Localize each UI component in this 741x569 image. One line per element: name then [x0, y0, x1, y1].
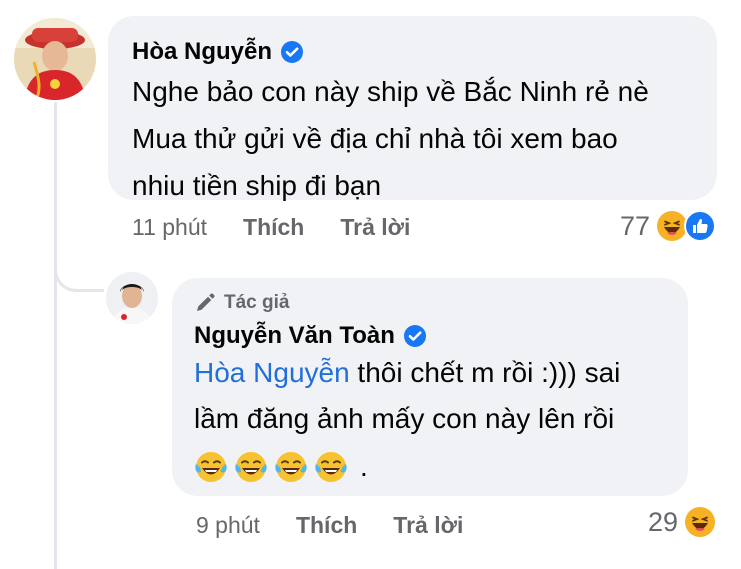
mention-link[interactable]: Hòa Nguyễn: [194, 357, 350, 388]
haha-icon: [684, 506, 716, 538]
thread-line: [54, 102, 57, 569]
thread-connector: [54, 250, 104, 292]
avatar[interactable]: [14, 18, 96, 100]
reply-actions: 9 phút Thích Trả lời: [196, 512, 463, 539]
comment-text: Nghe bảo con này ship về Bắc Ninh rẻ nè …: [132, 68, 712, 209]
author-badge: Tác giả: [194, 292, 688, 314]
avatar[interactable]: [106, 272, 158, 324]
reply-button[interactable]: Trả lời: [340, 214, 410, 241]
like-icon: [684, 210, 717, 242]
comment-text-line: Mua thử gửi về địa chỉ nhà tôi xem bao: [132, 123, 618, 154]
reaction-count: 77: [620, 210, 651, 241]
reply-author-name[interactable]: Nguyễn Văn Toàn: [194, 322, 395, 350]
reaction-summary[interactable]: 77: [620, 210, 717, 242]
verified-badge-icon: [280, 40, 304, 64]
reply-text-segment: thôi chết m rồi :))) sai: [349, 357, 621, 388]
emoji-row: .: [194, 444, 688, 490]
like-button[interactable]: Thích: [243, 214, 304, 241]
verified-badge-icon: [403, 324, 427, 348]
comment-text-line: nhiu tiền ship đi bạn: [132, 170, 382, 201]
trailing-period: .: [360, 451, 368, 482]
comment-timestamp[interactable]: 11 phút: [132, 214, 207, 241]
pen-icon: [197, 293, 215, 311]
author-badge-label: Tác giả: [224, 292, 290, 313]
tears-of-joy-icon: [194, 450, 228, 484]
reply-text-line: Hòa Nguyễn thôi chết m rồi :))) sai: [194, 350, 674, 396]
reply-timestamp[interactable]: 9 phút: [196, 512, 260, 539]
comment-author-name[interactable]: Hòa Nguyễn: [132, 38, 272, 66]
tears-of-joy-icon: [274, 450, 308, 484]
reply-bubble: Tác giả Nguyễn Văn Toàn Hòa Nguyễn thôi …: [172, 278, 688, 496]
comment-actions: 11 phút Thích Trả lời: [132, 214, 410, 241]
reply-text: Hòa Nguyễn thôi chết m rồi :))) sai lầm …: [194, 350, 674, 442]
comment-text-line: Nghe bảo con này ship về Bắc Ninh rẻ nè: [132, 76, 649, 107]
reply-button[interactable]: Trả lời: [393, 512, 463, 539]
comment-bubble: Hòa Nguyễn Nghe bảo con này ship về Bắc …: [108, 16, 717, 201]
tears-of-joy-icon: [234, 450, 268, 484]
reaction-summary[interactable]: 29: [648, 506, 716, 538]
reaction-count: 29: [648, 506, 679, 537]
tears-of-joy-icon: [314, 450, 348, 484]
reply-text-line: lầm đăng ảnh mấy con này lên rồi: [194, 403, 615, 434]
like-button[interactable]: Thích: [296, 512, 357, 539]
